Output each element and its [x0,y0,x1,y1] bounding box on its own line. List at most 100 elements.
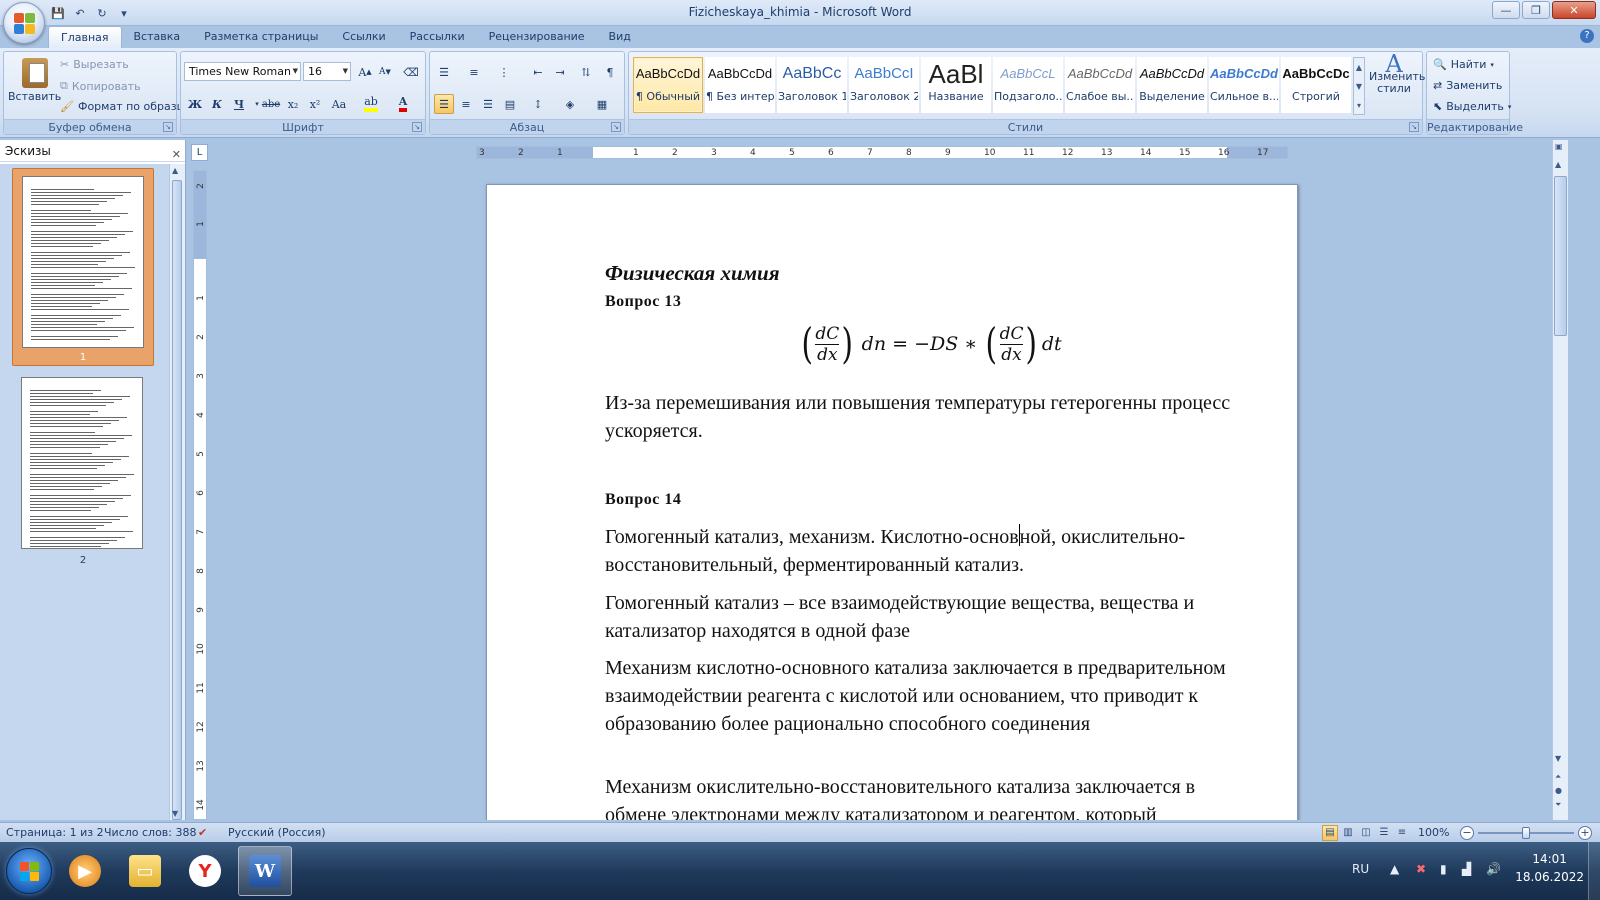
zoom-slider-knob[interactable] [1522,827,1530,839]
paste-button[interactable]: Вставить [8,58,61,103]
superscript-button[interactable]: x² [305,94,325,114]
dialog-launcher-icon[interactable]: ↘ [412,122,422,132]
bullets-icon[interactable]: ☰ [434,62,454,82]
zoom-out-icon[interactable]: − [1460,826,1474,840]
show-hidden-icons-icon[interactable]: ▲ [1390,862,1399,876]
scroll-up-icon[interactable]: ▲ [1555,160,1561,169]
question-14-heading[interactable]: Вопрос 14 [605,491,681,509]
highlight-icon[interactable]: ab [361,94,381,114]
change-case-button[interactable]: Aa [329,94,349,114]
document-area[interactable]: Физическая химия Вопрос 13 ( dC dx ) dn =… [212,164,1550,820]
scroll-thumb[interactable] [172,180,182,820]
tab-5[interactable]: Рецензирование [477,26,597,48]
style-7[interactable]: AaBbCcDd Выделение [1137,57,1207,113]
grow-font-button[interactable]: A ▲ [355,62,375,82]
start-button[interactable] [6,848,52,894]
full-screen-reading-icon[interactable]: ▥ [1340,825,1356,841]
select-button[interactable]: ⬉ Выделить ▾ [1433,100,1511,113]
help-icon[interactable]: ? [1580,29,1594,43]
paragraph[interactable]: Механизм кислотно-основного катализа зак… [605,654,1245,738]
font-name-combo[interactable]: Times New Roman ▼ [184,62,301,81]
paragraph[interactable]: Механизм окислительно-восстановительного… [605,773,1245,820]
style-8[interactable]: AaBbCcDd Сильное в... [1209,57,1279,113]
question-13-heading[interactable]: Вопрос 13 [605,293,681,311]
format-painter-button[interactable]: 🖌 Формат по образцу [60,100,191,113]
signal-icon[interactable]: ▟ [1462,862,1471,876]
clear-formatting-icon[interactable]: ⌫ [401,62,421,82]
outline-icon[interactable]: ☰ [1376,825,1392,841]
multilevel-list-icon[interactable]: ⋮ [494,62,514,82]
zoom-level[interactable]: 100% [1418,826,1449,839]
scroll-down-icon[interactable]: ▼ [172,809,178,818]
tab-0[interactable]: Главная [48,26,122,48]
tab-6[interactable]: Вид [597,26,643,48]
zoom-in-icon[interactable]: + [1578,826,1592,840]
scroll-up-icon[interactable]: ▲ [172,166,178,175]
print-layout-icon[interactable]: ▤ [1322,825,1338,841]
italic-button[interactable]: К [207,94,227,114]
close-pane-icon[interactable]: ✕ [172,144,181,166]
tab-2[interactable]: Разметка страницы [192,26,330,48]
restore-icon[interactable]: ❐ [1522,1,1550,19]
style-6[interactable]: AaBbCcDd Слабое вы... [1065,57,1135,113]
next-page-icon[interactable]: ⏷ [1555,800,1561,810]
style-1[interactable]: AaBbCcDd ¶ Без интер... [705,57,775,113]
draft-icon[interactable]: ≡ [1394,825,1410,841]
style-5[interactable]: AaBbCcL Подзаголо... [993,57,1063,113]
show-desktop-button[interactable] [1588,842,1600,900]
dialog-launcher-icon[interactable]: ↘ [1409,122,1419,132]
doc-title[interactable]: Физическая химия [605,261,780,286]
font-size-combo[interactable]: 16 ▼ [303,62,351,81]
language-indicator[interactable]: Русский (Россия) [228,826,326,839]
previous-page-icon[interactable]: ⏶ [1555,772,1561,782]
align-center-icon[interactable]: ≡ [456,94,476,114]
thumbnail-page-2[interactable]: 2 [12,370,154,568]
style-0[interactable]: AaBbCcDd ¶ Обычный [633,57,703,113]
battery-icon[interactable]: ▮ [1440,862,1447,876]
volume-icon[interactable]: 🔊 [1486,862,1501,876]
vertical-ruler[interactable]: 2 1 1 2 3 4 5 6 7 8 9 10 11 12 13 14 [193,170,207,820]
borders-icon[interactable]: ▦ [592,94,612,114]
gallery-scroll[interactable]: ▲ ▼ ▾ [1353,57,1365,115]
horizontal-ruler[interactable]: 3 2 1 1 2 3 4 5 6 7 8 9 10 11 12 13 14 15 16 17 [476,146,1288,159]
subscript-button[interactable]: x₂ [283,94,303,114]
word-count[interactable]: Число слов: 388 [104,826,197,839]
dialog-launcher-icon[interactable]: ↘ [611,122,621,132]
paragraph[interactable]: Гомогенный катализ – все взаимодействующ… [605,589,1245,645]
paragraph[interactable]: Из-за перемешивания или повышения темпер… [605,389,1245,445]
align-left-icon[interactable]: ☰ [434,94,454,114]
document-scrollbar[interactable]: ▣ ▲ ▼ ⏶ ● ⏷ [1552,140,1568,820]
align-right-icon[interactable]: ☰ [478,94,498,114]
file-explorer-icon[interactable]: ▭ [118,846,172,896]
page-count[interactable]: Страница: 1 из 2 [6,826,104,839]
tab-3[interactable]: Ссылки [330,26,397,48]
change-styles-button[interactable]: A Изменить стили [1369,52,1425,95]
thumbnail-page-1[interactable]: 1 [12,168,154,366]
paragraph[interactable]: Гомогенный катализ, механизм. Кислотно-о… [605,523,1245,579]
increase-indent-icon[interactable]: ⇥ [550,62,570,82]
office-button[interactable] [3,2,45,44]
close-icon[interactable]: ✕ [1552,1,1596,19]
style-4[interactable]: AaBl Название [921,57,991,113]
find-button[interactable]: 🔍 Найти ▾ [1433,58,1494,71]
decrease-indent-icon[interactable]: ⇤ [528,62,548,82]
minimize-icon[interactable]: — [1492,1,1520,19]
equation[interactable]: ( dC dx ) dn = −DS ∗ ( dC dx ) dt [799,323,1061,365]
network-warning-icon[interactable]: ✖ [1416,862,1426,876]
underline-button[interactable]: Ч [229,94,249,114]
scroll-thumb[interactable] [1554,176,1567,336]
cut-button[interactable]: ✂ Вырезать [60,58,129,71]
proofing-icon[interactable]: ✔︎ [198,826,207,839]
scroll-down-icon[interactable]: ▼ [1555,754,1561,763]
line-spacing-icon[interactable]: ↕ [528,94,548,114]
ruler-toggle-icon[interactable]: ▣ [1555,142,1563,151]
tab-selector[interactable]: L [191,144,208,161]
dialog-launcher-icon[interactable]: ↘ [163,122,173,132]
style-3[interactable]: AaBbCcI Заголовок 2 [849,57,919,113]
media-player-icon[interactable]: ▶ [58,846,112,896]
yandex-browser-icon[interactable]: Y [178,846,232,896]
style-9[interactable]: AaBbCcDc Строгий [1281,57,1351,113]
sort-icon[interactable]: ⇅ [576,62,596,82]
replace-button[interactable]: ⇄ Заменить [1433,79,1502,92]
style-2[interactable]: AaBbCc Заголовок 1 [777,57,847,113]
